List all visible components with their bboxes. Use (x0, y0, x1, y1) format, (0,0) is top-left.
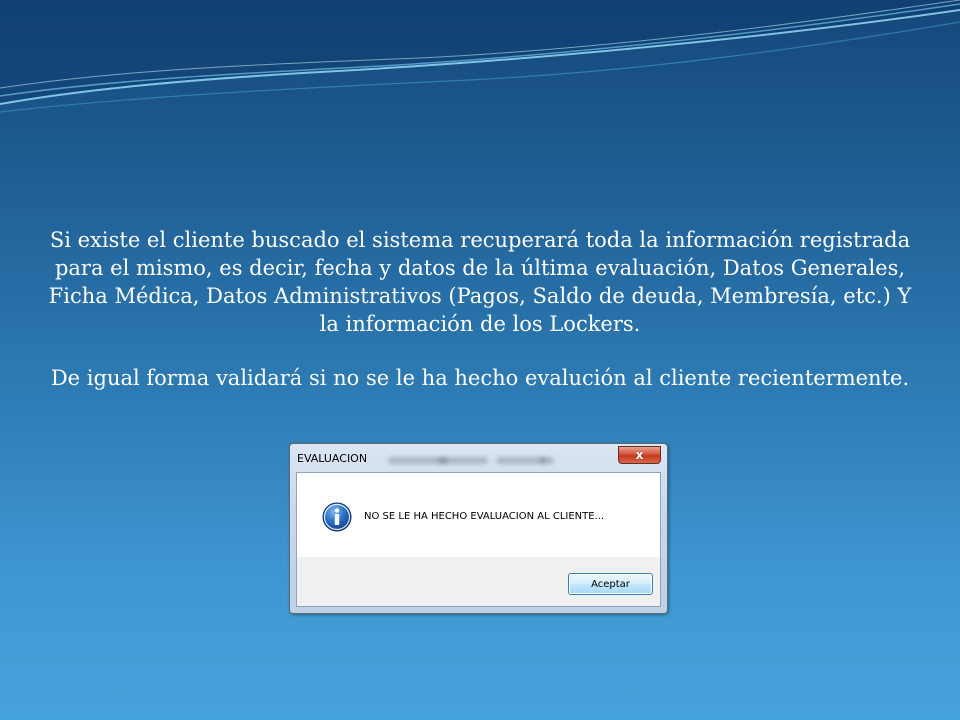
dialog-body: NO SE LE HA HECHO EVALUACION AL CLIENTE.… (296, 472, 661, 607)
dialog-title: EVALUACION (297, 452, 368, 465)
decorative-waves (0, 0, 960, 113)
blurred-title-text (438, 457, 488, 464)
blurred-title-text (496, 457, 546, 464)
blurred-title-text (540, 457, 554, 464)
slide-paragraph-2: De igual forma validará si no se le ha h… (50, 366, 910, 390)
slide-body-text: Si existe el cliente buscado el sistema … (40, 226, 920, 392)
aceptar-button[interactable]: Aceptar (568, 573, 653, 595)
dialog-message-area: NO SE LE HA HECHO EVALUACION AL CLIENTE.… (297, 473, 660, 557)
close-button[interactable]: x (618, 446, 661, 464)
info-icon (322, 502, 352, 532)
evaluacion-dialog: EVALUACION x NO SE LE HA HECHO EVALUACIO… (289, 443, 668, 614)
slide-paragraph-1: Si existe el cliente buscado el sistema … (48, 228, 912, 336)
dialog-message: NO SE LE HA HECHO EVALUACION AL CLIENTE.… (364, 511, 605, 522)
close-icon: x (635, 448, 644, 462)
dialog-titlebar[interactable]: EVALUACION x (290, 444, 667, 472)
